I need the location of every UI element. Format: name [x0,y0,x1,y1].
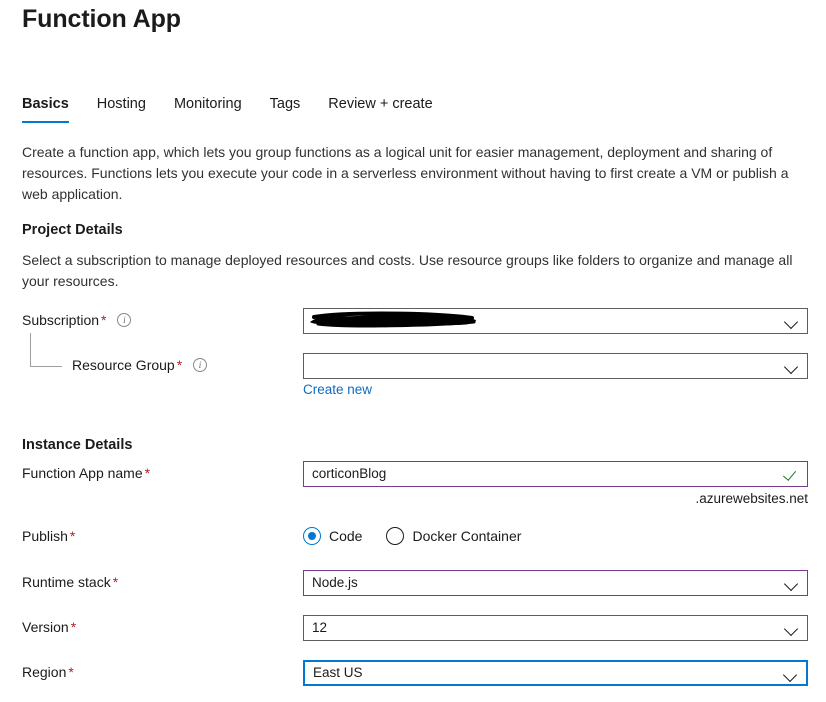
publish-option-docker-container[interactable]: Docker Container [386,524,521,548]
runtime-stack-required-asterisk: * [111,574,118,590]
runtime-stack-row: Runtime stack* Node.js [0,570,826,594]
project-details-heading: Project Details [22,220,123,240]
create-new-resource-group-link[interactable]: Create new [303,381,372,399]
subscription-label-text: Subscription [22,312,99,328]
chevron-down-icon[interactable] [777,354,807,378]
chevron-down-icon[interactable] [776,662,806,684]
publish-option-code-label: Code [329,524,362,548]
function-app-name-suffix: .azurewebsites.net [303,490,808,508]
chevron-down-icon[interactable] [777,309,807,333]
runtime-stack-value: Node.js [304,571,777,595]
region-label-text: Region [22,664,66,680]
version-label-text: Version [22,619,69,635]
tab-hosting[interactable]: Hosting [97,94,146,123]
resource-group-row: Resource Group* [0,353,826,377]
publish-label-text: Publish [22,528,68,544]
project-details-description: Select a subscription to manage deployed… [22,250,808,292]
publish-option-code[interactable]: Code [303,524,362,548]
version-dropdown[interactable]: 12 [303,615,808,641]
subscription-required-asterisk: * [99,312,106,328]
resource-group-label-text: Resource Group [72,357,175,373]
publish-label: Publish* [22,524,75,548]
radio-button-icon[interactable] [303,527,321,545]
subscription-row: Subscription* [0,308,826,332]
subscription-label: Subscription* [22,308,131,332]
region-required-asterisk: * [66,664,73,680]
info-circle-icon[interactable] [117,313,131,327]
info-circle-icon[interactable] [193,358,207,372]
runtime-stack-label: Runtime stack* [22,570,118,594]
chevron-down-icon[interactable] [777,616,807,640]
tab-tags[interactable]: Tags [270,94,301,123]
function-app-name-required-asterisk: * [143,465,150,481]
runtime-stack-dropdown[interactable]: Node.js [303,570,808,596]
version-value: 12 [304,616,777,640]
chevron-down-icon[interactable] [777,571,807,595]
redaction-stroke [308,311,478,329]
tab-monitoring[interactable]: Monitoring [174,94,242,123]
function-app-name-label-text: Function App name [22,465,143,481]
radio-button-icon[interactable] [386,527,404,545]
publish-option-docker-container-label: Docker Container [412,524,521,548]
region-value: East US [305,661,776,685]
blade-description: Create a function app, which lets you gr… [22,142,808,205]
publish-row: Publish* Code Docker Container [0,524,826,548]
tab-basics[interactable]: Basics [22,94,69,123]
subscription-dropdown[interactable] [303,308,808,334]
publish-radio-group: Code Docker Container [303,524,521,548]
region-label: Region* [22,660,74,684]
resource-group-dropdown[interactable] [303,353,808,379]
version-label: Version* [22,615,76,639]
region-row: Region* East US [0,660,826,684]
publish-required-asterisk: * [68,528,75,544]
resource-group-label: Resource Group* [72,353,207,377]
runtime-stack-label-text: Runtime stack [22,574,111,590]
version-required-asterisk: * [69,619,76,635]
function-app-name-label: Function App name* [22,461,150,485]
tab-strip: Basics Hosting Monitoring Tags Review + … [22,94,433,126]
function-app-name-value: corticonBlog [304,462,777,486]
tab-review-create[interactable]: Review + create [328,94,432,123]
region-dropdown[interactable]: East US [303,660,808,686]
function-app-name-row: Function App name* corticonBlog [0,461,826,485]
instance-details-heading: Instance Details [22,435,132,455]
checkmark-icon [777,462,807,486]
function-app-name-input[interactable]: corticonBlog [303,461,808,487]
resource-group-required-asterisk: * [175,357,182,373]
version-row: Version* 12 [0,615,826,639]
function-app-create-blade: Function App Basics Hosting Monitoring T… [0,0,826,702]
page-title: Function App [22,3,181,35]
